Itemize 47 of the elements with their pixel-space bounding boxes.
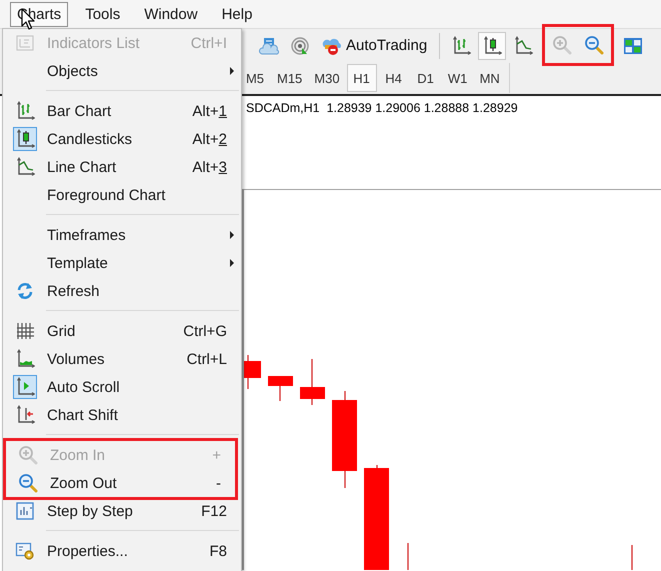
zoom-out-icon [584, 34, 604, 54]
menu-item[interactable]: Candlesticks Alt+2 [3, 125, 241, 153]
candlestick [300, 359, 325, 405]
submenu-arrow-icon [230, 259, 234, 267]
zoom-in-icon [16, 443, 40, 467]
submenu-arrow-icon [230, 231, 234, 239]
timeframe-button[interactable]: H4 [378, 64, 409, 92]
timeframe-button[interactable]: M30 [309, 64, 345, 92]
cloud-server-icon [259, 36, 279, 56]
menu-item[interactable]: Objects [3, 57, 241, 85]
auto-trading-button[interactable]: AutoTrading [317, 32, 432, 60]
menu-item[interactable]: Timeframes [3, 221, 241, 249]
timeframe-button[interactable]: W1 [442, 64, 473, 92]
menu-item[interactable]: Foreground Chart [3, 181, 241, 209]
menu-item[interactable]: Grid Ctrl+G [3, 317, 241, 345]
zoom-in-icon [552, 34, 572, 54]
menu-item[interactable]: Zoom Out - [6, 469, 235, 497]
candlestick [244, 355, 261, 389]
menu-item[interactable]: Step by Step F12 [3, 497, 241, 525]
timeframe-button[interactable]: H1 [346, 64, 377, 92]
menu-item[interactable]: Volumes Ctrl+L [3, 345, 241, 373]
submenu-arrow-icon [230, 67, 234, 75]
menu-bar-item[interactable]: Help [214, 2, 260, 26]
menu-item[interactable]: Auto Scroll [3, 373, 241, 401]
signal-icon [290, 36, 310, 56]
candlestick [268, 376, 293, 401]
candlestick-icon [13, 127, 37, 151]
menu-bar-item[interactable]: Tools [78, 2, 128, 26]
auto-scroll-icon [13, 375, 37, 399]
line-chart-icon [513, 36, 534, 56]
timeframe-button[interactable]: D1 [410, 64, 441, 92]
bar-chart-icon [451, 36, 472, 56]
menu-item[interactable]: Line Chart Alt+3 [3, 153, 241, 181]
timeframe-button[interactable]: MN [474, 64, 505, 92]
menu-item[interactable]: Properties... F8 [3, 537, 241, 565]
candlestick-icon [482, 36, 502, 56]
menu-item[interactable]: Refresh [3, 277, 241, 305]
menu-bar-item[interactable]: Window [137, 2, 205, 26]
toolbar-button[interactable] [478, 32, 506, 60]
menu-item[interactable]: Bar Chart Alt+1 [3, 97, 241, 125]
timeframe-button[interactable]: M5 [240, 64, 270, 92]
tile-windows-icon [623, 36, 644, 56]
menu-item[interactable]: Template [3, 249, 241, 277]
chart-legend: SDCADm,H1 1.28939 1.29006 1.28888 1.28929 [246, 101, 518, 115]
menu-item[interactable]: Chart Shift [3, 401, 241, 429]
zoom-out-icon [16, 471, 40, 495]
timeframe-button[interactable]: M15 [272, 64, 308, 92]
